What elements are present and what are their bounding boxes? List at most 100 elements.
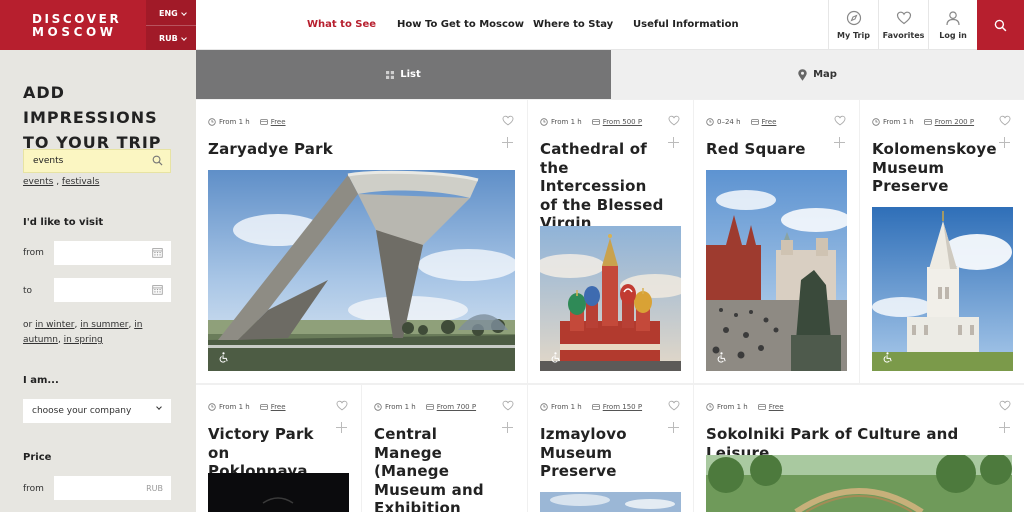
search-button[interactable] xyxy=(977,0,1024,50)
card-meta: From 1 h Free xyxy=(208,118,296,126)
season-in-link[interactable]: in xyxy=(134,320,142,330)
date-from-label: from xyxy=(23,248,44,258)
add-icon[interactable] xyxy=(999,137,1010,148)
card-title[interactable]: Cathedral of the Intercession of the Ble… xyxy=(540,140,665,233)
date-to-field[interactable] xyxy=(54,278,171,302)
card-meta: From 1 h From 150 P xyxy=(540,403,652,411)
sokolniki-photo[interactable] xyxy=(706,455,1012,512)
red-square-photo[interactable] xyxy=(706,170,847,371)
my-trip-button[interactable]: My Trip xyxy=(828,0,878,50)
language-select[interactable]: ENG xyxy=(159,9,187,18)
price-text[interactable]: From 500 P xyxy=(603,118,642,126)
map-view-tab[interactable]: Map xyxy=(611,50,1024,99)
price: From 700 P xyxy=(425,403,476,411)
duration-text: From 1 h xyxy=(219,403,250,411)
price: From 500 P xyxy=(591,118,642,126)
calendar-icon xyxy=(152,285,163,295)
attraction-card[interactable]: From 1 h From 700 P Central Manege (Mane… xyxy=(362,385,527,512)
duration: From 1 h xyxy=(374,403,416,411)
attraction-card[interactable]: From 1 h From 500 P Cathedral of the Int… xyxy=(528,100,693,383)
price-text[interactable]: Free xyxy=(769,403,784,411)
season-summer[interactable]: in summer xyxy=(80,320,128,330)
season-autumn[interactable]: autumn xyxy=(23,335,58,345)
price-label: Price xyxy=(23,452,52,463)
site-logo[interactable]: DISCOVER MOSCOW xyxy=(0,0,146,50)
season-winter[interactable]: in winter xyxy=(35,320,74,330)
sidebar-title-line-1: ADD IMPRESSIONS xyxy=(23,83,158,127)
add-icon[interactable] xyxy=(336,422,347,433)
favorites-button[interactable]: Favorites xyxy=(878,0,928,50)
attraction-card[interactable]: From 1 h Free Victory Park on Poklonnaya… xyxy=(196,385,361,512)
date-from-field[interactable] xyxy=(54,241,171,265)
heart-icon[interactable] xyxy=(999,115,1011,126)
currency-value: RUB xyxy=(159,34,178,43)
duration: From 1 h xyxy=(540,118,582,126)
price-text[interactable]: Free xyxy=(762,118,777,126)
search-value: events xyxy=(33,156,64,166)
nav-useful-information[interactable]: Useful Information xyxy=(633,19,739,30)
heart-icon[interactable] xyxy=(668,400,680,411)
search-icon[interactable] xyxy=(152,155,163,166)
duration: From 1 h xyxy=(872,118,914,126)
victory-park-photo[interactable] xyxy=(208,473,349,512)
card-meta: From 1 h From 500 P xyxy=(540,118,652,126)
nav-where-to-stay[interactable]: Where to Stay xyxy=(533,19,613,30)
price-text[interactable]: From 150 P xyxy=(603,403,642,411)
clock-icon xyxy=(872,118,880,126)
i-am-label: I am... xyxy=(23,375,59,386)
wheelchair-icon xyxy=(219,352,228,363)
zaryadye-park-photo[interactable] xyxy=(208,170,515,371)
add-icon[interactable] xyxy=(502,137,513,148)
tag-events[interactable]: events xyxy=(23,177,53,187)
card-title[interactable]: Red Square xyxy=(706,140,806,159)
card-title[interactable]: Zaryadye Park xyxy=(208,140,333,159)
heart-icon[interactable] xyxy=(502,400,514,411)
add-icon[interactable] xyxy=(668,422,679,433)
price-from-field[interactable]: RUB xyxy=(54,476,171,500)
map-pin-icon xyxy=(798,68,807,81)
list-view-tab[interactable]: List xyxy=(196,50,611,99)
izmaylovo-photo[interactable] xyxy=(540,492,681,512)
currency-select[interactable]: RUB xyxy=(159,34,187,43)
kolomenskoye-photo[interactable] xyxy=(872,207,1013,371)
attraction-card[interactable]: From 1 h Free Sokolniki Park of Culture … xyxy=(694,385,1024,512)
heart-icon[interactable] xyxy=(502,115,514,126)
ticket-icon xyxy=(591,119,600,125)
price-text[interactable]: Free xyxy=(271,118,286,126)
season-spring[interactable]: in spring xyxy=(64,335,103,345)
price-text[interactable]: From 700 P xyxy=(437,403,476,411)
wheelchair-icon xyxy=(717,352,726,363)
nav-how-to-get[interactable]: How To Get to Moscow xyxy=(397,19,524,30)
duration-text: From 1 h xyxy=(219,118,250,126)
chevron-down-icon xyxy=(180,34,187,41)
heart-icon[interactable] xyxy=(834,115,846,126)
card-title[interactable]: Izmaylovo Museum Preserve xyxy=(540,425,650,481)
clock-icon xyxy=(706,403,714,411)
card-title[interactable]: Central Manege (Manege Museum and Exhibi… xyxy=(374,425,509,512)
company-select[interactable]: choose your company xyxy=(23,399,171,423)
card-meta: From 1 h Free xyxy=(706,403,794,411)
attraction-card[interactable]: 0–24 h Free Red Square xyxy=(694,100,859,383)
nav-what-to-see[interactable]: What to See xyxy=(307,19,376,30)
price-text[interactable]: From 200 P xyxy=(935,118,974,126)
keyword-search-input[interactable]: events xyxy=(23,149,171,173)
cathedral-photo[interactable] xyxy=(540,226,681,371)
duration-text: 0–24 h xyxy=(717,118,741,126)
heart-icon[interactable] xyxy=(336,400,348,411)
price-text[interactable]: Free xyxy=(271,403,286,411)
search-icon xyxy=(994,19,1007,31)
add-icon[interactable] xyxy=(668,137,679,148)
filter-sidebar: ADD IMPRESSIONS TO YOUR TRIP events even… xyxy=(0,50,196,512)
tag-festivals[interactable]: festivals xyxy=(62,177,99,187)
attraction-card[interactable]: From 1 h From 150 P Izmaylovo Museum Pre… xyxy=(528,385,693,512)
attraction-card[interactable]: From 1 h From 200 P Kolomenskoye Museum … xyxy=(860,100,1024,383)
card-title[interactable]: Kolomenskoye Museum Preserve xyxy=(872,140,997,196)
wheelchair-icon xyxy=(883,352,892,363)
attraction-card[interactable]: From 1 h Free Zaryadye Park xyxy=(196,100,527,383)
list-view-label: List xyxy=(400,69,421,80)
heart-icon[interactable] xyxy=(999,400,1011,411)
duration-text: From 1 h xyxy=(551,403,582,411)
log-in-button[interactable]: Log in xyxy=(928,0,977,50)
add-icon[interactable] xyxy=(834,137,845,148)
heart-icon[interactable] xyxy=(668,115,680,126)
